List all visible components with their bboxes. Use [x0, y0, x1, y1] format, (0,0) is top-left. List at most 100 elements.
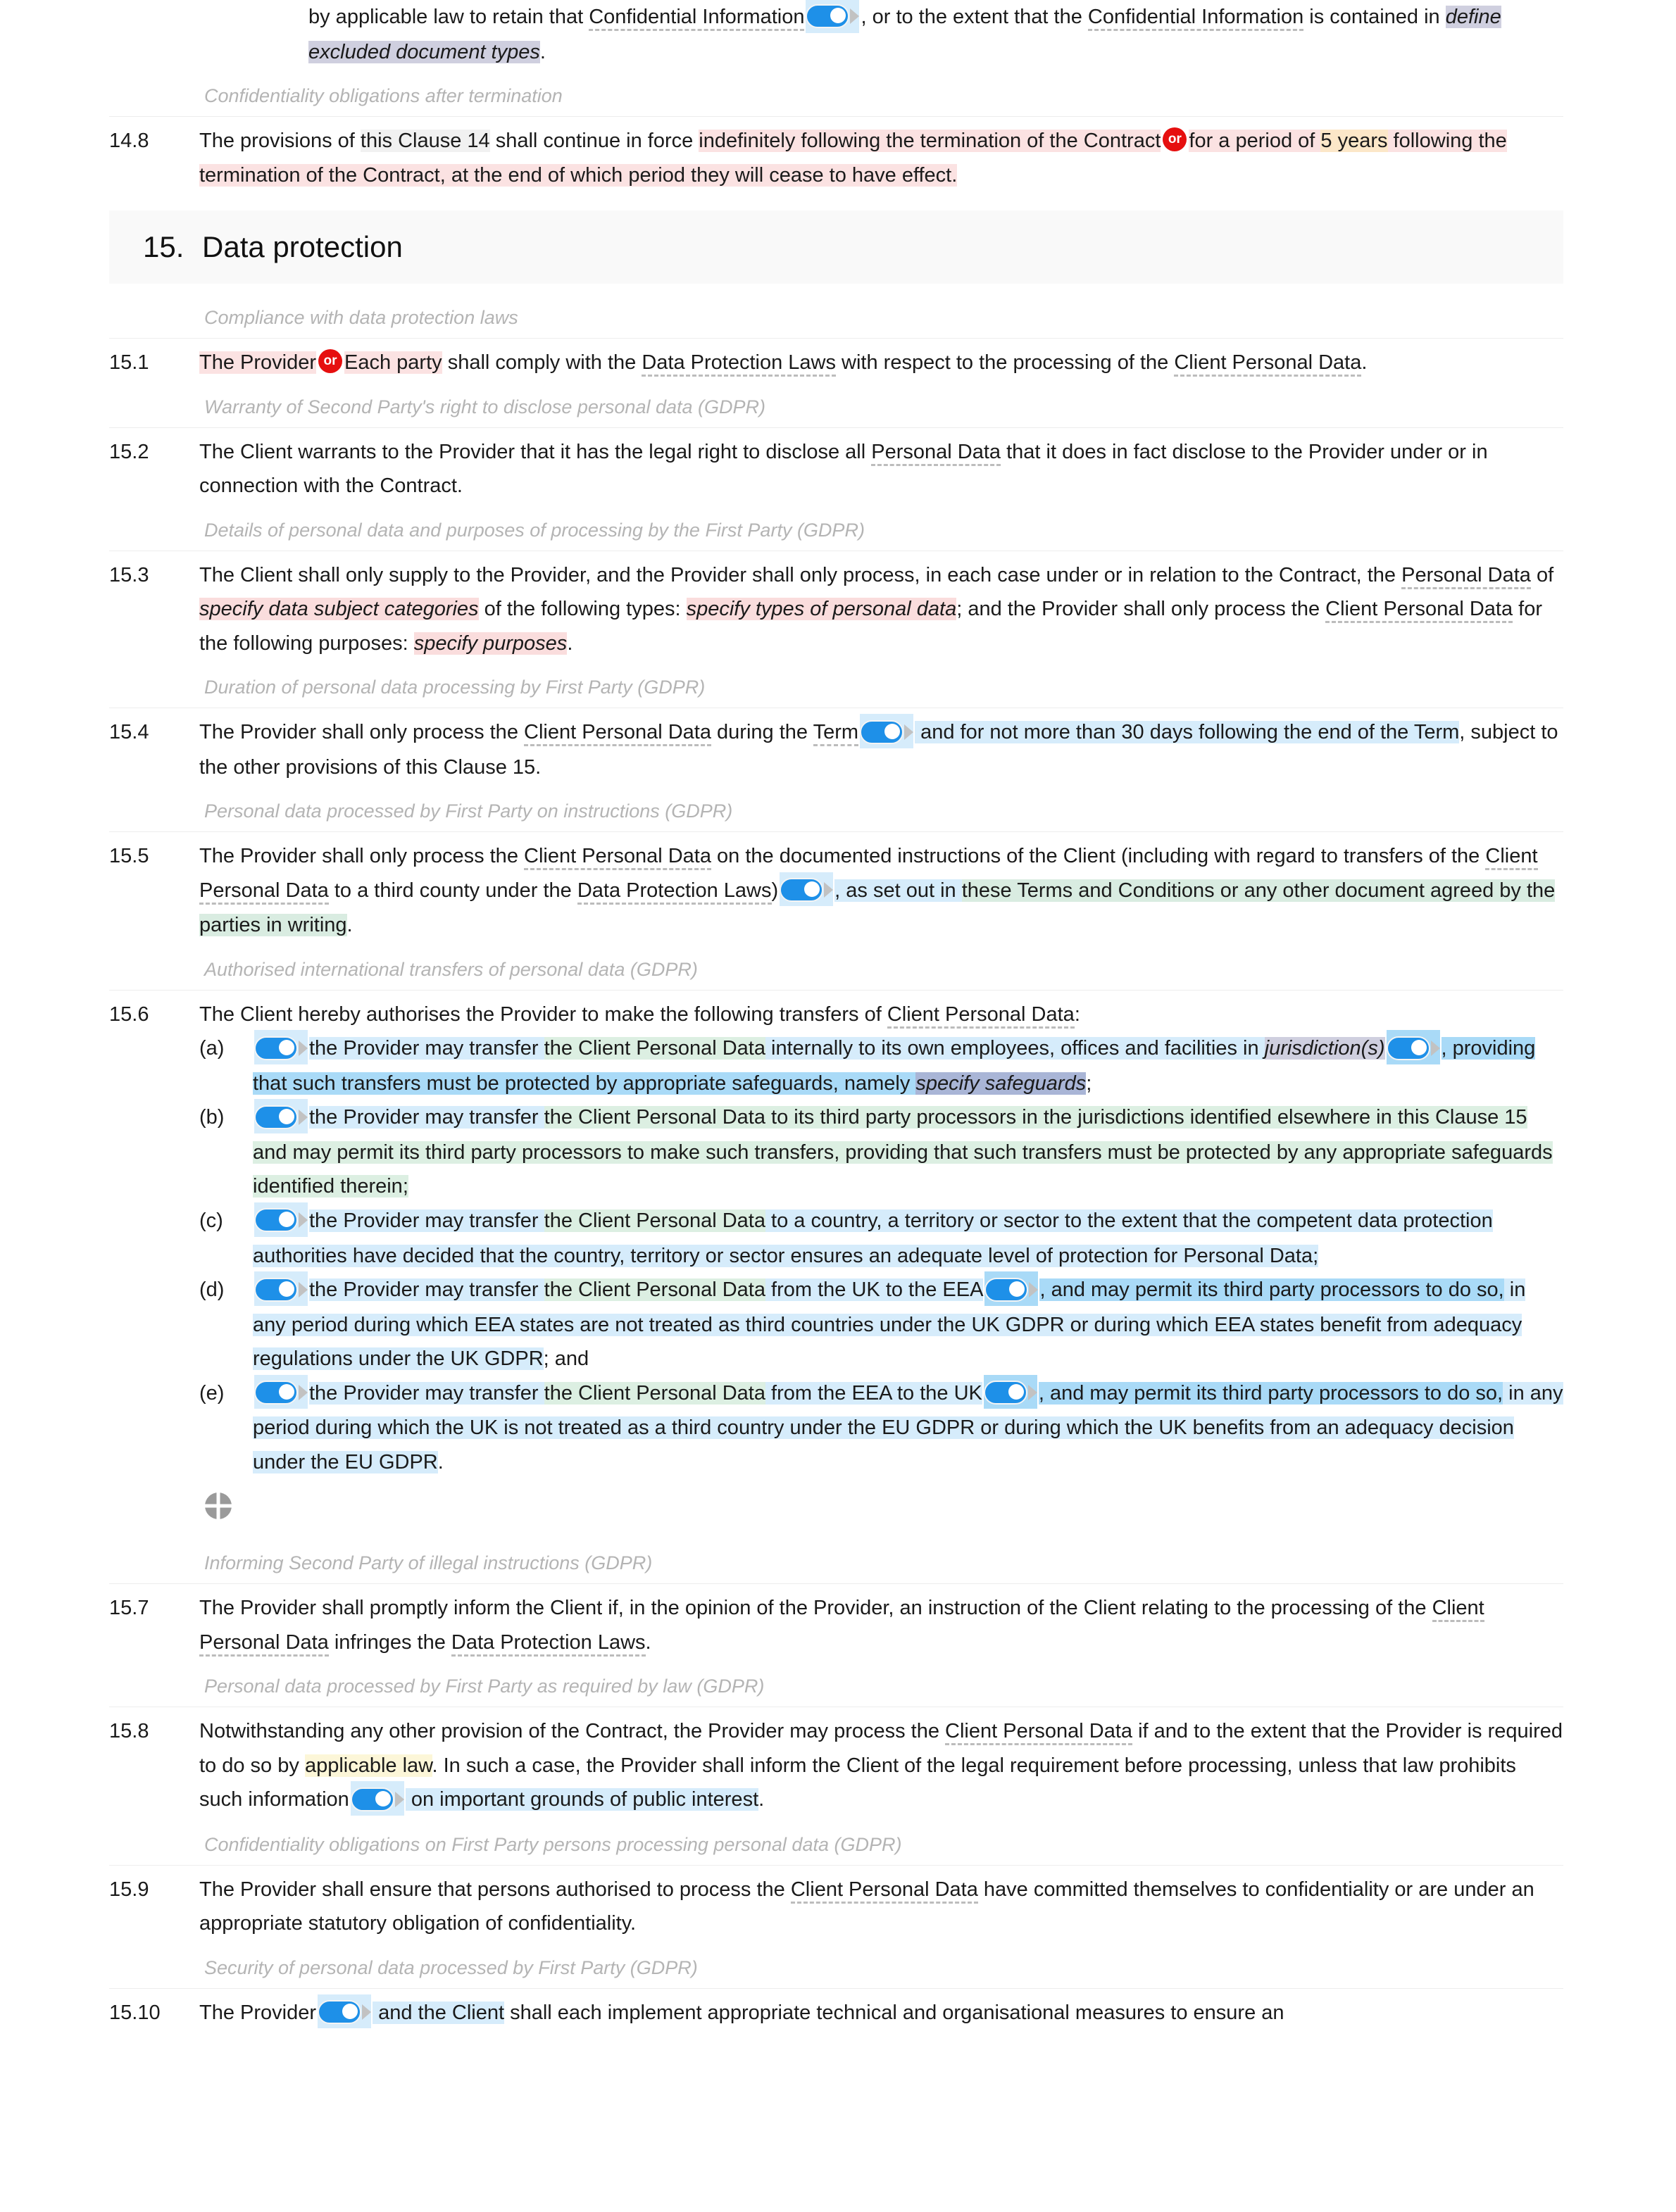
- placeholder-field[interactable]: jurisdiction(s): [1264, 1037, 1385, 1060]
- toggle-switch-container[interactable]: [860, 714, 914, 748]
- toggle-switch[interactable]: [254, 1277, 298, 1302]
- alternative-green-text[interactable]: the Client Personal Data: [544, 1381, 765, 1405]
- placeholder-field[interactable]: specify types of personal data: [686, 598, 957, 621]
- toggle-switch[interactable]: [860, 719, 904, 744]
- alternative-option-b[interactable]: Each party: [344, 351, 442, 375]
- caret-right-icon[interactable]: [299, 1281, 308, 1297]
- caret-right-icon[interactable]: [394, 1791, 404, 1807]
- toggle-switch-container[interactable]: [350, 1781, 404, 1816]
- optional-clause-text[interactable]: the Provider may transfer: [309, 1106, 544, 1129]
- alternative-green-text[interactable]: and may permit its third party processor…: [253, 1140, 1553, 1198]
- toggle-switch[interactable]: [254, 1036, 298, 1060]
- clause-number: 15.6: [109, 1003, 149, 1026]
- defined-term[interactable]: Client Personal Data: [524, 721, 711, 747]
- toggle-switch-container[interactable]: [780, 872, 834, 907]
- caret-right-icon[interactable]: [299, 1212, 308, 1228]
- defined-term[interactable]: Client Personal Data: [790, 1878, 978, 1904]
- toggle-switch-container[interactable]: [983, 1374, 1037, 1409]
- caret-right-icon[interactable]: [824, 882, 834, 898]
- highlight-yellow[interactable]: applicable law: [304, 1754, 432, 1777]
- toggle-knob: [884, 723, 901, 739]
- or-badge[interactable]: or: [318, 349, 343, 374]
- defined-term[interactable]: Data Protection Laws: [451, 1630, 646, 1657]
- toggle-switch[interactable]: [318, 2000, 362, 2025]
- caret-right-icon[interactable]: [1430, 1040, 1440, 1056]
- optional-clause-text[interactable]: from the EEA to the UK: [765, 1381, 982, 1405]
- toggle-switch-container[interactable]: [318, 1994, 372, 2029]
- defined-term[interactable]: Client Personal Data: [1174, 351, 1362, 377]
- defined-term[interactable]: Data Protection Laws: [577, 879, 772, 905]
- or-badge[interactable]: or: [1163, 127, 1187, 152]
- caret-right-icon[interactable]: [299, 1040, 308, 1056]
- alternative-green-text[interactable]: the Client Personal Data: [544, 1106, 765, 1129]
- text-run: of the following types:: [478, 598, 687, 621]
- defined-term[interactable]: Data Protection Laws: [642, 351, 836, 377]
- optional-clause-text[interactable]: processors to do so,: [1320, 1278, 1504, 1302]
- text-run: ; and: [543, 1347, 589, 1371]
- alternative-green-text[interactable]: the Client Personal Data: [544, 1278, 765, 1302]
- text-run: is contained in: [1303, 6, 1446, 28]
- optional-clause-text[interactable]: processors to do so,: [1318, 1381, 1503, 1405]
- defined-term[interactable]: Client Personal Data: [524, 845, 711, 871]
- optional-clause-text[interactable]: internally to its own employees, offices…: [765, 1037, 1265, 1060]
- defined-term[interactable]: Personal Data: [1401, 563, 1531, 589]
- caret-right-icon[interactable]: [850, 8, 860, 25]
- placeholder-field[interactable]: specify purposes: [413, 631, 568, 655]
- optional-clause-text[interactable]: , and may permit its third party: [1038, 1381, 1319, 1405]
- section-title: Data protection: [202, 230, 403, 264]
- caret-right-icon[interactable]: [1027, 1385, 1037, 1401]
- optional-clause-text[interactable]: the Provider may transfer: [309, 1381, 544, 1405]
- clause-number: 15.7: [109, 1597, 149, 1620]
- defined-term[interactable]: Confidential Information: [1087, 6, 1304, 31]
- optional-clause-text[interactable]: the Provider may transfer: [309, 1278, 544, 1302]
- alternative-option-b[interactable]: for a period of: [1189, 130, 1321, 153]
- caret-right-icon[interactable]: [362, 2004, 372, 2021]
- defined-term[interactable]: Confidential Information: [589, 6, 805, 31]
- toggle-switch-container[interactable]: [254, 1374, 308, 1409]
- placeholder-field[interactable]: specify data subject categories: [199, 598, 479, 621]
- toggle-switch-container[interactable]: [254, 1030, 308, 1064]
- toggle-switch[interactable]: [254, 1105, 298, 1129]
- caret-right-icon[interactable]: [299, 1385, 308, 1401]
- highlight-grey[interactable]: this Clause 14: [360, 130, 490, 153]
- alternative-green-text[interactable]: to its third party processors in the jur…: [765, 1106, 1527, 1129]
- placeholder-field[interactable]: specify safeguards: [915, 1072, 1087, 1095]
- defined-term[interactable]: Term: [813, 721, 859, 747]
- defined-term[interactable]: Client Personal Data: [887, 1003, 1075, 1029]
- alternative-option-a[interactable]: The Provider: [199, 351, 317, 375]
- defined-term[interactable]: Personal Data: [871, 440, 1001, 466]
- optional-clause-text[interactable]: and for not more than 30 days following …: [915, 721, 1460, 744]
- toggle-switch-container[interactable]: [254, 1271, 308, 1306]
- toggle-switch[interactable]: [780, 878, 824, 903]
- defined-term[interactable]: Client Personal Data: [1325, 598, 1513, 624]
- toggle-switch[interactable]: [984, 1277, 1029, 1302]
- toggle-switch[interactable]: [983, 1381, 1027, 1405]
- toggle-switch-container[interactable]: [806, 0, 860, 33]
- toggle-switch[interactable]: [254, 1381, 298, 1405]
- toggle-switch[interactable]: [350, 1787, 394, 1811]
- optional-clause-text[interactable]: , as set out in: [834, 879, 962, 902]
- optional-clause-text[interactable]: , and may permit its third party: [1039, 1278, 1320, 1302]
- alternative-green-text[interactable]: the Client Personal Data: [544, 1037, 765, 1060]
- toggle-switch[interactable]: [806, 4, 850, 29]
- optional-clause-text[interactable]: from the UK to the EEA: [765, 1278, 984, 1302]
- toggle-switch[interactable]: [1386, 1036, 1430, 1060]
- toggle-switch-container[interactable]: [254, 1099, 308, 1133]
- caret-right-icon[interactable]: [904, 724, 914, 740]
- caret-right-icon[interactable]: [299, 1109, 308, 1125]
- toggle-switch-container[interactable]: [984, 1271, 1039, 1306]
- optional-clause-text[interactable]: the Provider may transfer: [309, 1037, 544, 1060]
- defined-term[interactable]: Client Personal Data: [945, 1720, 1133, 1746]
- optional-clause-text[interactable]: the Provider may transfer: [309, 1209, 544, 1232]
- toggle-switch-container[interactable]: [254, 1202, 308, 1237]
- alternative-option-a[interactable]: indefinitely following the termination o…: [699, 130, 1161, 153]
- alternative-green-text[interactable]: the Client Personal Data: [544, 1209, 765, 1232]
- optional-clause-text[interactable]: on important grounds of public interest: [405, 1788, 759, 1811]
- variable-value[interactable]: 5 years: [1320, 130, 1388, 153]
- toggle-switch-container[interactable]: [1386, 1030, 1440, 1064]
- clause-text: The Provider and the Client shall each i…: [199, 1994, 1563, 2031]
- crosshair-icon[interactable]: [204, 1492, 232, 1521]
- optional-clause-text[interactable]: and the Client: [373, 2001, 505, 2024]
- caret-right-icon[interactable]: [1029, 1281, 1039, 1297]
- toggle-switch[interactable]: [254, 1208, 298, 1233]
